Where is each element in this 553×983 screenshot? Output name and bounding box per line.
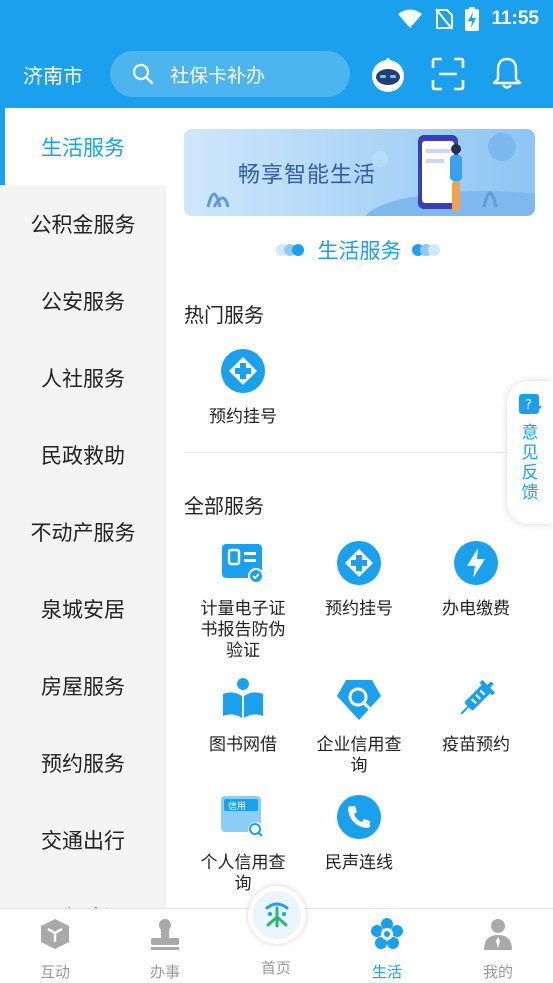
tab-label: 生活 [371, 963, 402, 981]
sidebar-item-life-services[interactable]: 生活服务 [0, 108, 166, 185]
lightning-icon [454, 541, 498, 585]
certificate-icon [222, 544, 264, 584]
sidebar-item-transport[interactable]: 交通出行 [0, 801, 166, 878]
banner-text: 畅享智能生活 [238, 163, 377, 188]
battery-charging-icon [465, 7, 480, 31]
service-label: 办电缴费 [442, 599, 510, 619]
sidebar-item-house-services[interactable]: 房屋服务 [0, 647, 166, 724]
tab-interact[interactable]: 互动 [0, 909, 110, 983]
book-icon [223, 678, 263, 718]
service-item-vaccine-appointment[interactable]: 疫苗预约 [417, 676, 535, 756]
hospital-plus-icon [221, 349, 265, 393]
sidebar-item-public-security[interactable]: 公安服务 [0, 262, 166, 339]
app-header: 济南市 社保卡补办 [0, 38, 553, 108]
spring-logo-icon [265, 902, 289, 928]
category-sidebar: 生活服务 公积金服务 公安服务 人社服务 民政救助 不动产服务 泉城安居 房屋服… [0, 108, 166, 908]
section-heading: 生活服务 [166, 235, 553, 265]
credit-card-icon: 信用 [221, 796, 264, 838]
sidebar-item-quancheng-housing[interactable]: 泉城安居 [0, 570, 166, 647]
robot-assistant-icon[interactable] [370, 57, 406, 93]
tab-mine[interactable]: 我的 [443, 909, 553, 983]
sidebar-item-construction[interactable]: 工程建设 [0, 878, 166, 909]
cube-icon [41, 919, 69, 949]
city-selector[interactable]: 济南市 [23, 60, 83, 89]
service-label: 图书网借 [209, 735, 277, 755]
sidebar-item-real-estate[interactable]: 不动产服务 [0, 493, 166, 570]
section-divider [184, 452, 535, 453]
section-title: 生活服务 [317, 239, 402, 263]
heading-dots-right [411, 244, 440, 256]
scan-icon[interactable] [431, 57, 465, 91]
diamond-search-icon [337, 680, 381, 720]
hot-services-title: 热门服务 [184, 303, 264, 327]
tab-life[interactable]: 生活 [332, 909, 442, 983]
tab-label: 首页 [260, 959, 291, 977]
sidebar-item-appointment[interactable]: 预约服务 [0, 724, 166, 801]
service-label: 企业信用查询 [316, 735, 402, 776]
feedback-button[interactable]: ? 意见反馈 [507, 381, 553, 524]
service-item-enterprise-credit[interactable]: 企业信用查询 [300, 676, 418, 777]
syringe-icon [460, 679, 496, 715]
all-services-title: 全部服务 [184, 494, 264, 518]
service-item-electricity-bill[interactable]: 办电缴费 [417, 540, 535, 620]
svg-text:信用: 信用 [228, 800, 246, 812]
service-item-appointment-hot[interactable]: 预约挂号 [184, 348, 302, 428]
search-icon [132, 63, 154, 85]
promo-banner[interactable]: 畅享智能生活 [184, 129, 535, 216]
bell-icon[interactable] [492, 56, 522, 90]
no-sim-icon [435, 8, 454, 30]
sidebar-item-civil-aid[interactable]: 民政救助 [0, 416, 166, 493]
heading-dots-left [275, 244, 304, 256]
status-bar: 11:55 [0, 0, 553, 38]
wifi-icon [398, 9, 423, 28]
service-item-library-borrow[interactable]: 图书网借 [184, 676, 302, 756]
search-placeholder: 社保卡补办 [170, 64, 266, 87]
clock: 11:55 [491, 8, 539, 29]
user-icon [484, 919, 512, 950]
flower-icon [371, 918, 403, 949]
service-item-certificate-verify[interactable]: 计量电子证书报告防伪验证 [184, 540, 302, 662]
service-content: 畅享智能生活 生活服务 热门服务 预约挂号 全部服务 计量电子证书报告防伪验证 … [166, 108, 553, 908]
phone-icon [337, 795, 381, 839]
service-label: 计量电子证书报告防伪验证 [200, 599, 286, 661]
svg-text:?: ? [525, 398, 532, 413]
feedback-icon: ? [519, 394, 542, 414]
service-item-personal-credit[interactable]: 信用 个人信用查询 [184, 794, 302, 895]
search-bar[interactable]: 社保卡补办 [110, 51, 350, 97]
tab-label: 互动 [39, 963, 70, 981]
service-item-public-hotline[interactable]: 民声连线 [300, 794, 418, 874]
stamp-icon [151, 919, 179, 950]
hospital-plus-icon [337, 541, 381, 585]
feedback-label: 意见反馈 [521, 423, 539, 503]
service-label: 预约挂号 [209, 407, 277, 427]
sidebar-item-social-security[interactable]: 人社服务 [0, 339, 166, 416]
service-label: 疫苗预约 [442, 735, 510, 755]
sidebar-item-housing-fund[interactable]: 公积金服务 [0, 185, 166, 262]
tab-affairs[interactable]: 办事 [110, 909, 220, 983]
home-center-button[interactable] [248, 886, 306, 944]
service-item-appointment[interactable]: 预约挂号 [300, 540, 418, 620]
service-label: 民声连线 [325, 853, 393, 873]
service-label: 预约挂号 [325, 599, 393, 619]
tab-label: 办事 [149, 963, 180, 981]
tab-label: 我的 [482, 963, 513, 981]
